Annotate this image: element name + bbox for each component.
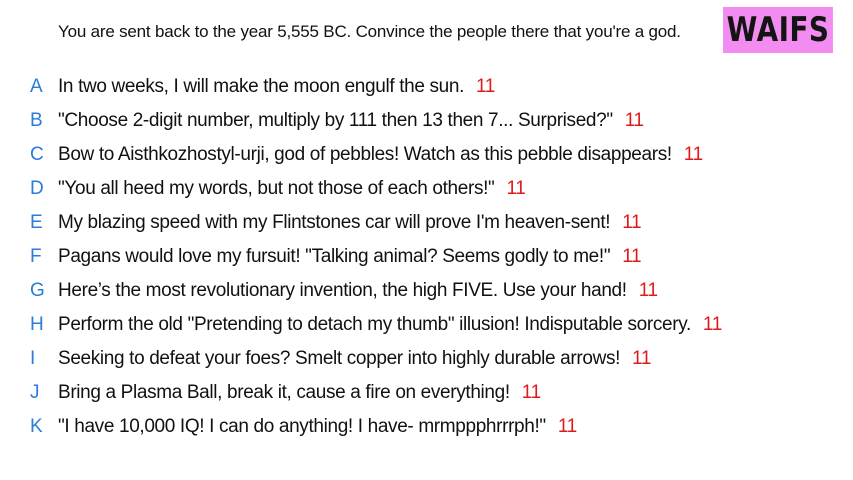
answer-letter: J (30, 382, 40, 403)
answer-text: Seeking to defeat your foes? Smelt coppe… (58, 348, 652, 369)
answer-score: 11 (622, 246, 642, 267)
answer-score: 11 (683, 144, 703, 165)
answer-letter: G (30, 280, 45, 301)
answer-text: "You all heed my words, but not those of… (58, 178, 526, 199)
answer-text: Bow to Aisthkozhostyl-urji, god of pebbl… (58, 144, 703, 165)
answer-letter: F (30, 246, 42, 267)
prompt-text: You are sent back to the year 5,555 BC. … (58, 22, 681, 41)
answer-letter: K (30, 416, 43, 437)
answer-score: 11 (521, 382, 541, 403)
answer-score: 11 (476, 76, 496, 97)
answer-score: 11 (632, 348, 652, 369)
answer-text: Perform the old "Pretending to detach my… (58, 314, 722, 335)
answer-score: 11 (702, 314, 722, 335)
answer-score: 11 (638, 280, 658, 301)
answer-text: Pagans would love my fursuit! "Talking a… (58, 246, 642, 267)
answer-score: 11 (557, 416, 577, 437)
answer-letter: H (30, 314, 44, 335)
answer-text: Here’s the most revolutionary invention,… (58, 280, 658, 301)
answer-text: My blazing speed with my Flintstones car… (58, 212, 642, 233)
waifs-logo: WAIFS (723, 7, 833, 53)
answer-text: "I have 10,000 IQ! I can do anything! I … (58, 416, 577, 437)
answer-score: 11 (624, 110, 644, 131)
answer-letter: B (30, 110, 43, 131)
answer-letter: C (30, 144, 44, 165)
answer-text: Bring a Plasma Ball, break it, cause a f… (58, 382, 541, 403)
answer-letter: I (30, 348, 36, 369)
answer-score: 11 (622, 212, 642, 233)
answer-letter: E (30, 212, 43, 233)
answer-text: In two weeks, I will make the moon engul… (58, 76, 496, 97)
answer-letter: D (30, 178, 44, 199)
answer-text: "Choose 2-digit number, multiply by 111 … (58, 110, 644, 131)
answer-score: 11 (506, 178, 526, 199)
answer-letter: A (30, 76, 43, 97)
